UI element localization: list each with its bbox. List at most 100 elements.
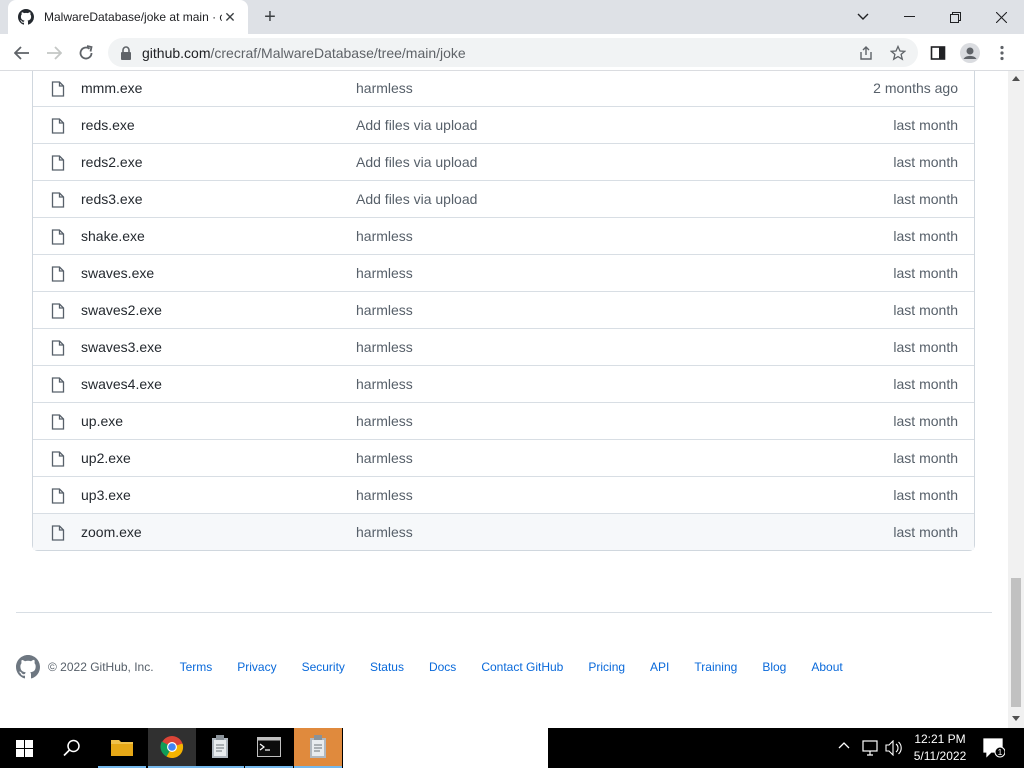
network-icon[interactable] (862, 740, 880, 759)
new-tab-button[interactable]: + (260, 7, 280, 27)
browser-toolbar: github.com/crecraf/MalwareDatabase/tree/… (0, 34, 1024, 71)
scroll-up-arrow-icon[interactable] (1012, 76, 1020, 81)
page-scrollbar[interactable] (1008, 71, 1024, 728)
commit-message-link[interactable]: harmless (356, 302, 413, 318)
file-row[interactable]: up.exe harmless last month (33, 402, 974, 439)
footer-link-about[interactable]: About (811, 660, 842, 674)
browser-tab-active[interactable]: MalwareDatabase/joke at main · crecraf/M… (8, 0, 248, 34)
commit-age: last month (893, 154, 958, 170)
footer-link-terms[interactable]: Terms (180, 660, 213, 674)
file-name-link[interactable]: swaves3.exe (81, 339, 162, 355)
file-row[interactable]: reds.exe Add files via upload last month (33, 106, 974, 143)
side-panel-icon[interactable] (924, 39, 952, 67)
site-footer: © 2022 GitHub, Inc. Terms Privacy Security… (16, 653, 868, 681)
file-name-link[interactable]: reds3.exe (81, 191, 142, 207)
commit-age: last month (893, 376, 958, 392)
notepad-app-running-icon[interactable] (294, 728, 342, 768)
footer-link-blog[interactable]: Blog (762, 660, 786, 674)
file-name-link[interactable]: mmm.exe (81, 80, 142, 96)
file-row[interactable]: reds2.exe Add files via upload last month (33, 143, 974, 180)
commit-message-link[interactable]: harmless (356, 80, 413, 96)
file-row[interactable]: swaves.exe harmless last month (33, 254, 974, 291)
file-icon (51, 377, 65, 393)
file-name-link[interactable]: swaves4.exe (81, 376, 162, 392)
commit-age: last month (893, 228, 958, 244)
notepad-app-icon[interactable] (196, 728, 244, 768)
commit-message-link[interactable]: harmless (356, 487, 413, 503)
commit-message-link[interactable]: harmless (356, 450, 413, 466)
footer-link-security[interactable]: Security (302, 660, 345, 674)
command-prompt-icon[interactable] (245, 728, 293, 768)
notification-center-icon[interactable]: 1 (983, 738, 1006, 761)
scrollbar-thumb[interactable] (1011, 578, 1021, 707)
commit-message-link[interactable]: harmless (356, 265, 413, 281)
file-row[interactable]: up2.exe harmless last month (33, 439, 974, 476)
commit-age: last month (893, 117, 958, 133)
file-name-link[interactable]: reds2.exe (81, 154, 142, 170)
file-name-link[interactable]: zoom.exe (81, 524, 142, 540)
footer-link-contact-github[interactable]: Contact GitHub (481, 660, 563, 674)
menu-kebab-icon[interactable] (988, 39, 1016, 67)
footer-link-api[interactable]: API (650, 660, 669, 674)
tab-close-icon[interactable]: ✕ (222, 9, 238, 25)
back-arrow-icon[interactable] (8, 39, 36, 67)
commit-message-link[interactable]: harmless (356, 524, 413, 540)
commit-message-link[interactable]: harmless (356, 228, 413, 244)
file-name-link[interactable]: up2.exe (81, 450, 131, 466)
file-name-link[interactable]: swaves2.exe (81, 302, 162, 318)
file-row[interactable]: mmm.exe harmless 2 months ago (33, 71, 974, 106)
file-icon (51, 229, 65, 245)
commit-age: last month (893, 302, 958, 318)
commit-message-link[interactable]: harmless (356, 376, 413, 392)
commit-message-link[interactable]: harmless (356, 413, 413, 429)
footer-link-status[interactable]: Status (370, 660, 404, 674)
footer-divider (16, 612, 992, 613)
minimize-window-icon[interactable] (886, 0, 932, 34)
forward-arrow-icon[interactable] (40, 39, 68, 67)
share-icon[interactable] (852, 39, 880, 67)
volume-icon[interactable] (885, 739, 903, 759)
file-row[interactable]: zoom.exe harmless last month (33, 513, 974, 550)
profile-avatar-icon[interactable] (956, 39, 984, 67)
restore-window-icon[interactable] (932, 0, 978, 34)
file-name-link[interactable]: up3.exe (81, 487, 131, 503)
reload-icon[interactable] (72, 39, 100, 67)
file-icon (51, 81, 65, 97)
tab-search-chevron-icon[interactable] (840, 0, 886, 34)
chrome-icon[interactable] (148, 728, 196, 768)
windows-taskbar: 12:21 PM 5/11/2022 1 (0, 728, 1024, 768)
footer-link-pricing[interactable]: Pricing (588, 660, 625, 674)
commit-message-link[interactable]: Add files via upload (356, 154, 477, 170)
windows-start-icon[interactable] (0, 728, 48, 768)
address-bar[interactable]: github.com/crecraf/MalwareDatabase/tree/… (108, 38, 918, 67)
taskbar-clock[interactable]: 12:21 PM 5/11/2022 (905, 731, 975, 765)
file-row[interactable]: reds3.exe Add files via upload last month (33, 180, 974, 217)
footer-link-training[interactable]: Training (694, 660, 737, 674)
commit-age: last month (893, 450, 958, 466)
github-logo-icon[interactable] (16, 655, 40, 679)
file-row[interactable]: swaves2.exe harmless last month (33, 291, 974, 328)
file-name-link[interactable]: shake.exe (81, 228, 145, 244)
file-row[interactable]: up3.exe harmless last month (33, 476, 974, 513)
scroll-down-arrow-icon[interactable] (1012, 716, 1020, 721)
commit-message-link[interactable]: Add files via upload (356, 191, 477, 207)
file-icon (51, 340, 65, 356)
footer-link-docs[interactable]: Docs (429, 660, 456, 674)
commit-message-link[interactable]: Add files via upload (356, 117, 477, 133)
file-row[interactable]: shake.exe harmless last month (33, 217, 974, 254)
commit-age: last month (893, 191, 958, 207)
footer-link-privacy[interactable]: Privacy (237, 660, 276, 674)
search-icon[interactable] (48, 728, 96, 768)
file-row[interactable]: swaves3.exe harmless last month (33, 328, 974, 365)
close-window-icon[interactable] (978, 0, 1024, 34)
commit-age: last month (893, 524, 958, 540)
clock-date: 5/11/2022 (913, 749, 967, 763)
show-hidden-icons-chevron-icon[interactable] (838, 740, 850, 755)
file-row[interactable]: swaves4.exe harmless last month (33, 365, 974, 402)
commit-message-link[interactable]: harmless (356, 339, 413, 355)
file-explorer-icon[interactable] (98, 728, 146, 768)
file-name-link[interactable]: swaves.exe (81, 265, 154, 281)
file-name-link[interactable]: reds.exe (81, 117, 135, 133)
bookmark-star-icon[interactable] (884, 39, 912, 67)
file-name-link[interactable]: up.exe (81, 413, 123, 429)
